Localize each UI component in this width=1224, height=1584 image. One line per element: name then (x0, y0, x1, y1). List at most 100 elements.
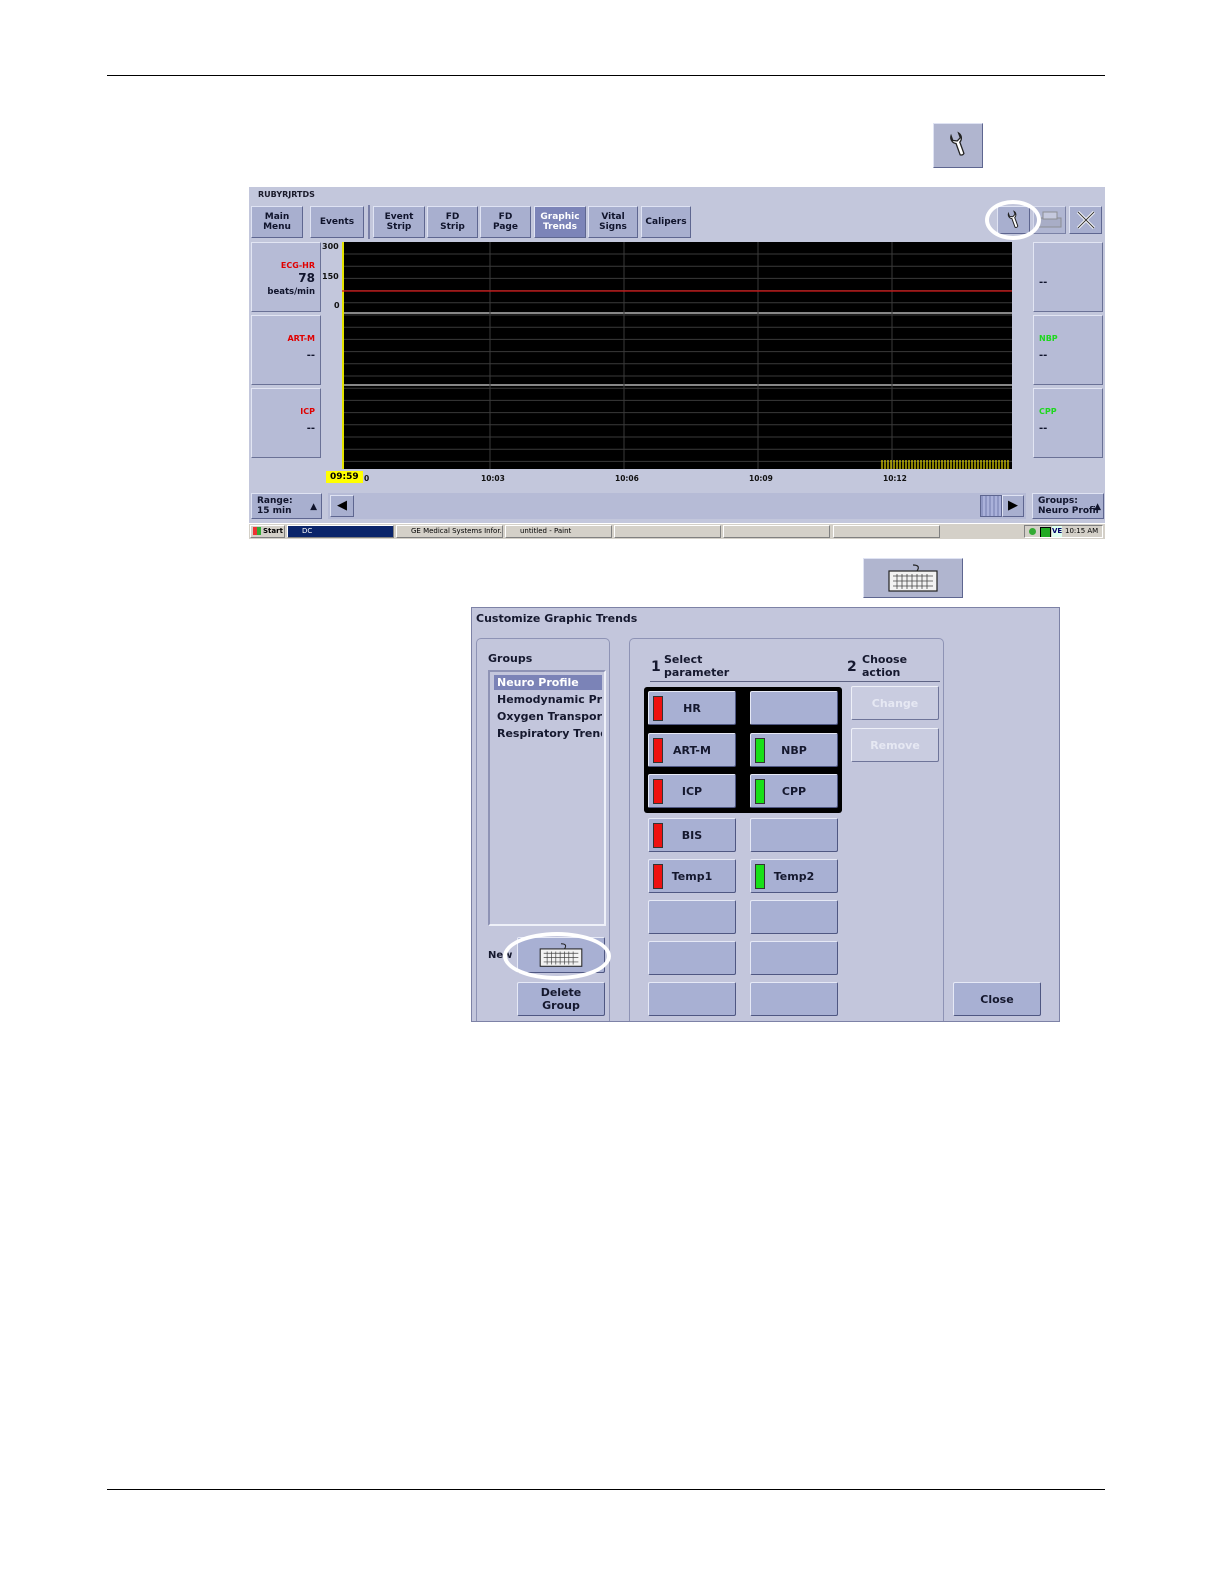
nav-button-fd-strip[interactable]: FD Strip (427, 206, 478, 238)
param-label: NBP (1039, 334, 1058, 343)
param-button-cpp[interactable]: CPP (750, 774, 838, 808)
param-color-indicator (653, 738, 663, 763)
param-button-empty[interactable] (750, 982, 838, 1016)
wrench-icon-button[interactable] (933, 123, 983, 168)
param-button-empty[interactable] (750, 691, 838, 725)
range-button[interactable]: Range: 15 min ▲ (251, 493, 322, 519)
group-list-item[interactable]: Hemodynamic Prof (494, 692, 602, 707)
trend-plot-area (342, 242, 1012, 469)
groups-label: Groups: Neuro Profil (1038, 496, 1099, 516)
groups-up-arrow-icon: ▲ (1094, 502, 1101, 512)
param-label: CPP (1039, 407, 1057, 416)
range-up-arrow-icon: ▲ (310, 502, 317, 512)
nav-button-calipers[interactable]: Calipers (641, 206, 691, 238)
left-arrow-icon: ◀ (337, 498, 347, 513)
scroll-left-button[interactable]: ◀ (330, 495, 354, 517)
param-button-art-m[interactable]: ART-M (648, 733, 736, 767)
param-button-label: CPP (781, 784, 807, 798)
nav-button-fd-page[interactable]: FD Page (480, 206, 531, 238)
nav-button-label: FD Page (493, 212, 518, 232)
right-param-cpp[interactable]: CPP -- (1033, 388, 1103, 458)
left-param-ecg-hr[interactable]: ECG-HR 78 beats/min (251, 242, 321, 312)
param-value: -- (1039, 277, 1048, 288)
param-button-bis[interactable]: BIS (648, 818, 736, 852)
param-color-indicator (755, 779, 765, 804)
param-button-empty[interactable] (648, 982, 736, 1016)
groups-list[interactable]: Neuro Profile Hemodynamic Prof Oxygen Tran… (488, 670, 606, 926)
customize-graphic-trends-dialog: Customize Graphic Trends Groups Neuro Pr… (471, 607, 1060, 1022)
param-color-indicator (653, 779, 663, 804)
param-button-empty[interactable] (750, 941, 838, 975)
windows-taskbar: Start DC GE Medical Systems Infor... unt… (249, 523, 1105, 539)
param-button-empty[interactable] (750, 818, 838, 852)
right-param-empty[interactable]: -- (1033, 242, 1103, 312)
keyboard-icon-button[interactable] (863, 558, 963, 598)
scroll-track[interactable] (328, 493, 1026, 519)
task-item-4[interactable] (614, 525, 721, 538)
nav-button-graphic-trends[interactable]: Graphic Trends (534, 206, 586, 238)
parameter-panel: 1 Select parameter 2 Choose action HR ART… (629, 638, 944, 1021)
taskbar-clock: 10:15 AM (1065, 527, 1099, 535)
param-button-hr[interactable]: HR (648, 691, 736, 725)
param-button-temp1[interactable]: Temp1 (648, 859, 736, 893)
windows-logo-icon (253, 527, 261, 535)
group-list-item[interactable]: Respiratory Trends (494, 726, 602, 741)
footer-rule (107, 1489, 1105, 1490)
tray-network-icon (1040, 527, 1051, 537)
param-label: ECG-HR (280, 261, 315, 270)
param-button-icp[interactable]: ICP (648, 774, 736, 808)
groups-button[interactable]: Groups: Neuro Profil ▲ (1032, 493, 1104, 519)
param-color-indicator (755, 738, 765, 763)
keyboard-icon (888, 564, 938, 592)
monitor-title: RUBYRJRTDS (258, 190, 315, 199)
task-ge-medical[interactable]: GE Medical Systems Infor... (396, 525, 503, 538)
start-time-label: 09:59 (326, 471, 363, 483)
highlight-circle-wrench (985, 200, 1041, 240)
nav-button-label: Event Strip (384, 212, 414, 232)
task-dc-label: DC (302, 527, 313, 535)
param-button-temp2[interactable]: Temp2 (750, 859, 838, 893)
param-button-empty[interactable] (750, 900, 838, 934)
param-button-label: NBP (781, 743, 807, 757)
delete-group-button[interactable]: Delete Group (517, 982, 605, 1016)
start-button[interactable]: Start (250, 525, 285, 538)
nav-button-label: FD Strip (440, 212, 465, 232)
left-param-art-m[interactable]: ART-M -- (251, 315, 321, 385)
highlight-circle-keyboard (503, 932, 611, 980)
nav-button-event-strip[interactable]: Event Strip (373, 206, 425, 238)
nav-separator (368, 205, 370, 239)
nav-button-vital-signs[interactable]: Vital Signs (588, 206, 638, 238)
param-button-nbp[interactable]: NBP (750, 733, 838, 767)
nav-button-label: Calipers (645, 217, 687, 227)
param-button-empty[interactable] (648, 900, 736, 934)
task-item-6[interactable] (833, 525, 940, 538)
scroll-thumb[interactable] (980, 495, 1002, 517)
nav-button-label: Main Menu (263, 212, 291, 232)
task-paint[interactable]: untitled - Paint (505, 525, 612, 538)
scroll-right-button[interactable]: ▶ (1002, 495, 1024, 517)
task-dc[interactable]: DC (287, 525, 394, 538)
change-button[interactable]: Change (851, 686, 939, 720)
left-param-icp[interactable]: ICP -- (251, 388, 321, 458)
close-button[interactable]: Close (953, 982, 1041, 1016)
param-button-label: HR (683, 701, 701, 715)
nav-button-main-menu[interactable]: Main Menu (251, 206, 303, 238)
system-tray: VE 10:15 AM (1024, 525, 1103, 538)
remove-button[interactable]: Remove (851, 728, 939, 762)
param-button-empty[interactable] (648, 941, 736, 975)
group-list-item[interactable]: Neuro Profile (494, 675, 602, 690)
x-tick-1003: 10:03 (481, 474, 505, 483)
nav-button-events[interactable]: Events (310, 206, 364, 238)
param-value: -- (306, 423, 315, 434)
close-x-button[interactable] (1069, 206, 1102, 234)
task-paint-label: untitled - Paint (520, 527, 572, 535)
right-param-nbp[interactable]: NBP -- (1033, 315, 1103, 385)
x-tick-1006: 10:06 (615, 474, 639, 483)
tray-ve-text: VE (1052, 526, 1063, 537)
group-list-item[interactable]: Oxygen Transport (494, 709, 602, 724)
remove-label: Remove (870, 738, 920, 752)
step1-text: Select parameter (664, 653, 730, 679)
param-value: 78 (298, 271, 315, 285)
task-item-5[interactable] (723, 525, 830, 538)
dialog-title: Customize Graphic Trends (476, 612, 638, 625)
